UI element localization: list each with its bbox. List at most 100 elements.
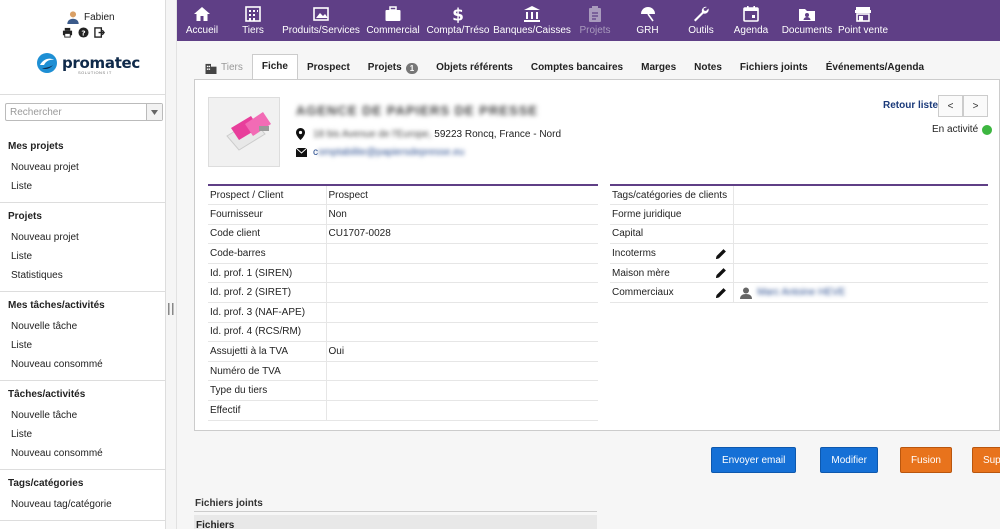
nav-documents[interactable]: Documents bbox=[776, 0, 838, 41]
help-icon[interactable]: ? bbox=[78, 27, 89, 38]
nav-outils[interactable]: Outils bbox=[676, 0, 726, 41]
tab-comptes-bancaires[interactable]: Comptes bancaires bbox=[522, 56, 632, 80]
field-row: Prospect / Client Prospect bbox=[208, 185, 598, 206]
divider bbox=[194, 511, 597, 512]
menu-item[interactable]: Nouveau consommé bbox=[0, 444, 166, 463]
field-value: CU1707-0028 bbox=[326, 224, 598, 245]
pencil-edit-icon[interactable] bbox=[715, 267, 727, 279]
calendar-icon bbox=[743, 6, 759, 22]
svg-text:$: $ bbox=[452, 6, 464, 24]
print-icon[interactable] bbox=[62, 27, 73, 38]
nav-tiers[interactable]: Tiers bbox=[227, 0, 279, 41]
field-value bbox=[326, 243, 598, 264]
next-record-button[interactable]: > bbox=[963, 95, 988, 117]
field-row: Incoterms bbox=[610, 243, 988, 264]
previous-record-button[interactable]: < bbox=[938, 95, 963, 117]
menu-section-title[interactable]: Projets bbox=[0, 211, 166, 222]
logout-icon[interactable] bbox=[94, 27, 105, 38]
menu-item[interactable]: Nouveau tag/catégorie bbox=[0, 495, 166, 514]
menu-item[interactable]: Nouveau projet bbox=[0, 228, 166, 247]
nav-label: Projets bbox=[579, 25, 611, 36]
tab-objets-r-f-rents[interactable]: Objets référents bbox=[427, 56, 522, 80]
field-label-cell: Incoterms bbox=[610, 243, 735, 264]
tab-fichiers-joints[interactable]: Fichiers joints bbox=[731, 56, 817, 80]
nav-agenda[interactable]: Agenda bbox=[726, 0, 776, 41]
menu-section: Mes tâches/activités Nouvelle tâche Liste N… bbox=[0, 292, 166, 381]
tab-projets[interactable]: Projets 1 bbox=[359, 56, 427, 80]
delete-button[interactable]: Supprimer bbox=[971, 447, 1000, 473]
field-value bbox=[733, 185, 988, 206]
email-link[interactable]: omptabilite@papiersdepresse.eu bbox=[318, 147, 464, 158]
search-box[interactable] bbox=[5, 103, 163, 121]
dollar-icon: $ bbox=[452, 6, 464, 24]
merge-button[interactable]: Fusion bbox=[899, 447, 952, 473]
nav-label: Documents bbox=[781, 25, 833, 36]
sidebar-menu: Mes projets Nouveau projet Liste Projets Nou… bbox=[0, 133, 166, 521]
search-input[interactable] bbox=[6, 104, 146, 120]
menu-item[interactable]: Liste bbox=[0, 425, 166, 444]
nav-accueil[interactable]: Accueil bbox=[177, 0, 227, 41]
nav-label: GRH bbox=[636, 25, 659, 36]
back-to-list-link[interactable]: Retour liste bbox=[883, 100, 938, 111]
nav-compta-tr-so[interactable]: $ Compta/Tréso bbox=[423, 0, 493, 41]
menu-section: Tâches/activités Nouvelle tâche Liste Nouve… bbox=[0, 381, 166, 470]
address-street: 18 bis Avenue de l'Europe, bbox=[313, 128, 432, 140]
field-row: Forme juridique bbox=[610, 204, 988, 225]
field-label-wrap: Maison mère bbox=[612, 267, 733, 279]
menu-item[interactable]: Nouvelle tâche bbox=[0, 317, 166, 336]
sales-rep[interactable]: Marc Antoine HEVE bbox=[736, 287, 988, 299]
tab-prospect[interactable]: Prospect bbox=[298, 56, 359, 80]
nav-grh[interactable]: GRH bbox=[619, 0, 676, 41]
nav-projets[interactable]: Projets bbox=[571, 0, 619, 41]
nav-label: Banques/Caisses bbox=[493, 25, 571, 36]
tab-notes[interactable]: Notes bbox=[685, 56, 731, 80]
company-thumbnail[interactable] bbox=[208, 97, 280, 167]
field-value-cell: Marc Antoine HEVE bbox=[733, 282, 988, 304]
email-row: comptabilite@papiersdepresse.eu bbox=[296, 147, 464, 158]
pencil-edit-icon[interactable] bbox=[715, 248, 727, 260]
menu-section-title[interactable]: Tags/catégories bbox=[0, 478, 166, 489]
tab-fiche[interactable]: Fiche bbox=[251, 54, 298, 80]
send-email-button[interactable]: Envoyer email bbox=[711, 447, 797, 473]
tab--v-nements-agenda[interactable]: Événements/Agenda bbox=[817, 56, 933, 80]
menu-item[interactable]: Nouvelle tâche bbox=[0, 406, 166, 425]
field-label: Capital bbox=[612, 228, 644, 240]
nav-banques-caisses[interactable]: Banques/Caisses bbox=[493, 0, 571, 41]
nav-produits-services[interactable]: Produits/Services bbox=[279, 0, 363, 41]
svg-text:?: ? bbox=[81, 28, 85, 37]
search-dropdown-button[interactable] bbox=[146, 104, 162, 120]
modify-button[interactable]: Modifier bbox=[820, 447, 878, 473]
menu-item[interactable]: Liste bbox=[0, 336, 166, 355]
nav-commercial[interactable]: Commercial bbox=[363, 0, 423, 41]
user-icon bbox=[740, 287, 753, 299]
tab-tiers[interactable]: Tiers bbox=[196, 56, 252, 80]
menu-item[interactable]: Nouveau consommé bbox=[0, 355, 166, 374]
user-info[interactable]: Fabien bbox=[66, 10, 115, 24]
nav-label: Outils bbox=[688, 25, 714, 36]
menu-item[interactable]: Liste bbox=[0, 247, 166, 266]
menu-section-title[interactable]: Mes projets bbox=[0, 141, 166, 152]
company-name: AGENCE DE PAPIERS DE PRESSE bbox=[296, 103, 539, 118]
field-label: Type du tiers bbox=[208, 380, 327, 402]
menu-item[interactable]: Statistiques bbox=[0, 266, 166, 285]
menu-section-title[interactable]: Tâches/activités bbox=[0, 389, 166, 400]
field-label-wrap: Tags/catégories de clients bbox=[612, 190, 733, 201]
grip-icon[interactable] bbox=[168, 303, 174, 315]
field-value bbox=[326, 263, 598, 284]
menu-item[interactable]: Nouveau projet bbox=[0, 158, 166, 177]
field-row: Effectif bbox=[208, 400, 598, 421]
sales-rep-name[interactable]: Marc Antoine HEVE bbox=[757, 287, 845, 298]
bank-icon bbox=[524, 6, 540, 22]
field-row: Code client CU1707-0028 bbox=[208, 224, 598, 245]
menu-item[interactable]: Liste bbox=[0, 177, 166, 196]
tab-label: Notes bbox=[694, 62, 722, 73]
tab-marges[interactable]: Marges bbox=[632, 56, 685, 80]
field-label-cell: Capital bbox=[610, 224, 735, 245]
panel-splitter[interactable] bbox=[166, 0, 177, 529]
user-name[interactable]: Fabien bbox=[84, 12, 115, 23]
field-row: Id. prof. 2 (SIRET) bbox=[208, 282, 598, 304]
menu-section-title[interactable]: Mes tâches/activités bbox=[0, 300, 166, 311]
pencil-edit-icon[interactable] bbox=[715, 287, 727, 299]
field-label: Commerciaux bbox=[612, 287, 674, 299]
nav-point-vente[interactable]: Point vente bbox=[838, 0, 888, 41]
